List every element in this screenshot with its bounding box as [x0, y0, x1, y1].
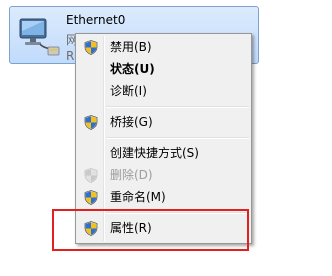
menu-item-status[interactable]: 状态(U)	[78, 58, 249, 80]
desktop-window: Ethernet0 网络 17 R 禁用(B) 状态(U) 诊断(I)	[0, 0, 332, 276]
uac-shield-icon	[84, 168, 98, 183]
uac-shield-icon	[84, 40, 98, 55]
adapter-name: Ethernet0	[66, 13, 126, 27]
properties-highlight-box	[52, 209, 249, 251]
uac-shield-icon	[84, 115, 98, 130]
menu-item-label: 禁用(B)	[110, 40, 152, 54]
menu-item-diagnose[interactable]: 诊断(I)	[78, 80, 249, 102]
menu-item-label: 创建快捷方式(S)	[110, 146, 199, 160]
uac-shield-icon	[84, 190, 98, 205]
adapter-device-label: R	[66, 49, 75, 63]
menu-item-label: 重命名(M)	[110, 190, 166, 204]
menu-item-disable[interactable]: 禁用(B)	[78, 36, 249, 58]
menu-item-bridge[interactable]: 桥接(G)	[78, 111, 249, 133]
menu-item-rename[interactable]: 重命名(M)	[78, 186, 249, 208]
menu-item-create-shortcut[interactable]: 创建快捷方式(S)	[78, 142, 249, 164]
menu-separator	[106, 137, 249, 139]
menu-item-label: 诊断(I)	[110, 84, 147, 98]
menu-item-label: 删除(D)	[110, 168, 153, 182]
network-adapter-icon	[19, 18, 60, 56]
menu-separator	[106, 106, 249, 108]
menu-item-label: 桥接(G)	[110, 115, 153, 129]
menu-item-delete[interactable]: 删除(D)	[78, 164, 249, 186]
menu-item-label: 状态(U)	[110, 62, 155, 76]
